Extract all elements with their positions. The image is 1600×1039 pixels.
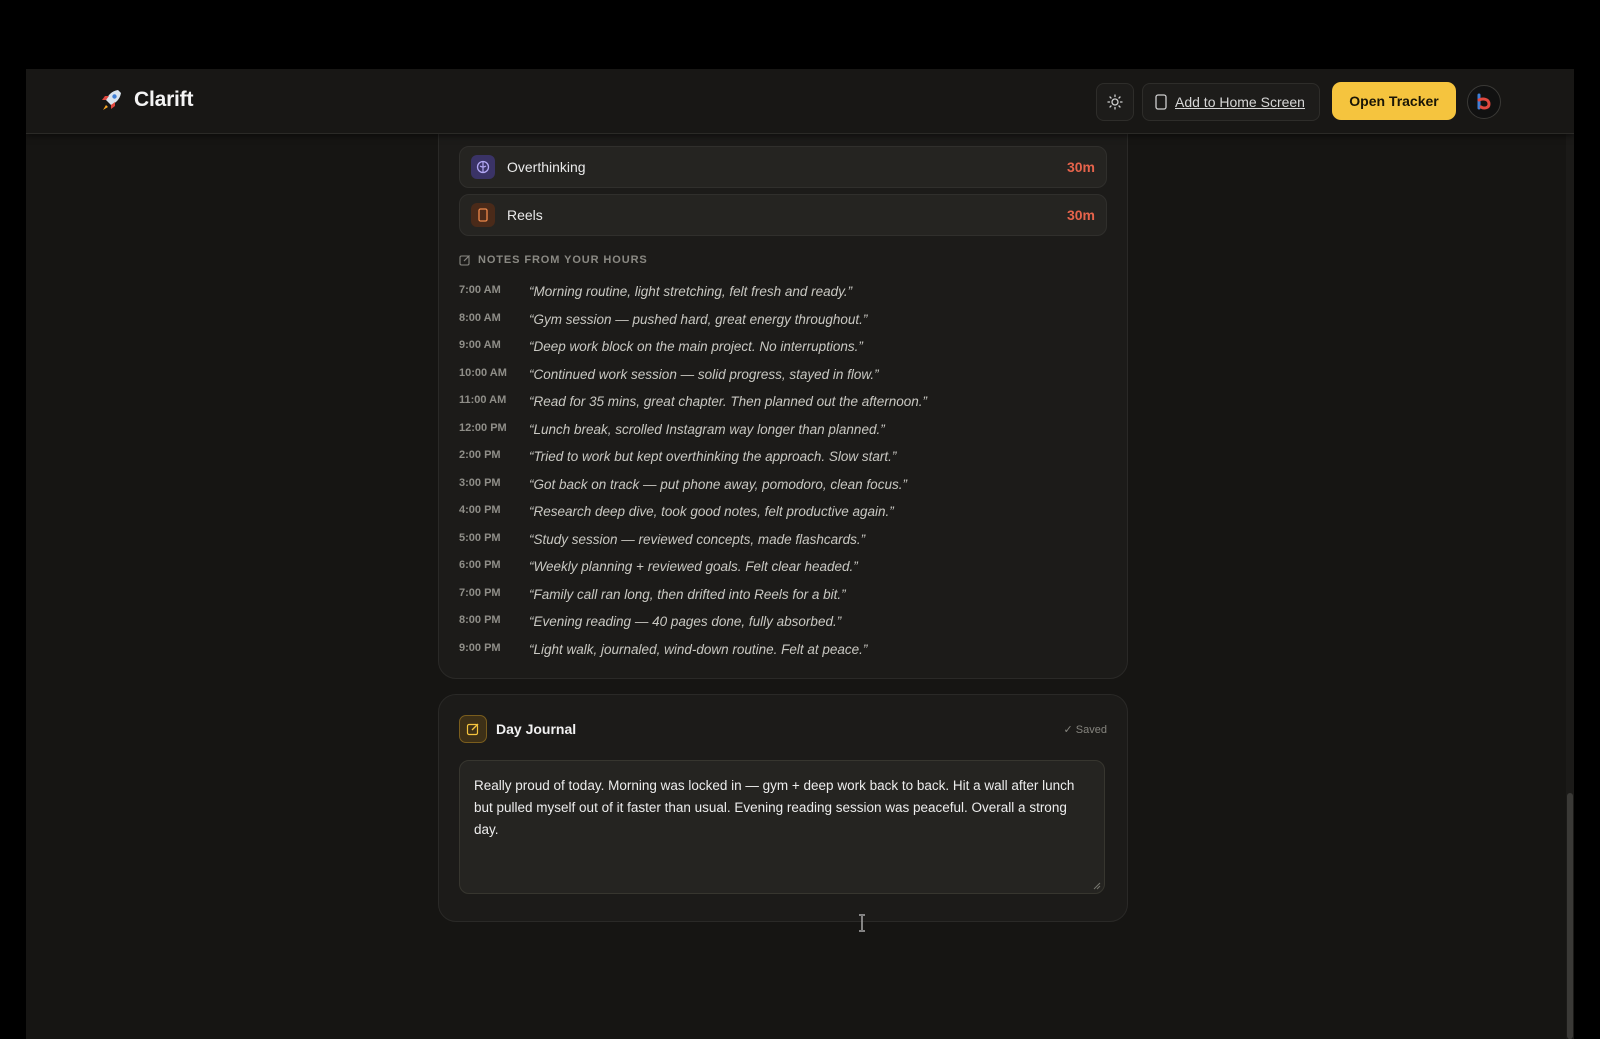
phone-icon [471,203,495,227]
habit-row-overthinking[interactable]: Overthinking 30m [459,146,1107,188]
habit-duration: 30m [1066,207,1095,223]
note-time: 9:00 PM [459,641,501,654]
note-row: 4:00 PM “Research deep dive, took good no… [459,498,1105,526]
note-row: 7:00 AM “Morning routine, light stretchin… [459,278,1105,306]
note-time: 2:00 PM [459,449,501,462]
note-text: “Gym session — pushed hard, great energy… [529,311,868,327]
note-row: 9:00 AM “Deep work block on the main proj… [459,333,1105,361]
note-text: “Weekly planning + reviewed goals. Felt … [529,559,858,575]
habit-name: Reels [507,207,543,223]
note-text: “Study session — reviewed concepts, made… [529,531,866,547]
note-time: 6:00 PM [459,559,501,572]
note-text: “Got back on track — put phone away, pom… [529,476,907,492]
note-text: “Deep work block on the main project. No… [529,339,863,355]
phone-icon [1155,94,1167,110]
note-row: 11:00 AM “Read for 35 mins, great chapter… [459,388,1105,416]
edit-note-icon [459,255,470,266]
journal-header: Day Journal ✓ Saved [459,715,1107,743]
day-summary-card: Overthinking 30m Reels 30m NOTES FROM YO… [438,69,1128,679]
notes-title-label: NOTES FROM YOUR HOURS [478,254,648,266]
open-tracker-button[interactable]: Open Tracker [1332,82,1456,120]
note-text: “Evening reading — 40 pages done, fully … [529,614,842,630]
sun-icon [1107,94,1123,110]
note-row: 3:00 PM “Got back on track — put phone aw… [459,471,1105,499]
saved-status: ✓ Saved [1063,723,1107,736]
note-row: 5:00 PM “Study session — reviewed concept… [459,526,1105,554]
note-time: 3:00 PM [459,476,501,489]
note-text: “Continued work session — solid progress… [529,366,879,382]
note-time: 5:00 PM [459,531,501,544]
resize-handle-icon[interactable] [1093,882,1101,890]
note-text: “Light walk, journaled, wind-down routin… [529,641,868,657]
add-to-home-screen-label: Add to Home Screen [1175,94,1305,110]
habit-duration: 30m [1066,159,1095,175]
habit-row-reels[interactable]: Reels 30m [459,194,1107,236]
note-text: “Read for 35 mins, great chapter. Then p… [529,394,927,410]
app-window: Clarift Add to Home Screen Open Tracker [26,69,1574,1039]
text-cursor-icon [859,914,865,932]
top-bar: Clarift Add to Home Screen Open Tracker [26,69,1574,134]
note-text: “Morning routine, light stretching, felt… [529,284,853,300]
note-row: 10:00 AM “Continued work session — solid … [459,361,1105,389]
theme-toggle-button[interactable] [1096,83,1134,121]
note-row: 9:00 PM “Light walk, journaled, wind-down… [459,636,1105,664]
add-to-home-screen-button[interactable]: Add to Home Screen [1142,83,1320,121]
note-row: 2:00 PM “Tried to work but kept overthink… [459,443,1105,471]
note-text: “Tried to work but kept overthinking the… [529,449,897,465]
scrollbar[interactable] [1566,69,1574,1039]
note-row: 7:00 PM “Family call ran long, then drift… [459,581,1105,609]
note-time: 8:00 PM [459,614,501,627]
note-text: “Family call ran long, then drifted into… [529,586,846,602]
note-text: “Lunch break, scrolled Instagram way lon… [529,421,885,437]
avatar[interactable] [1467,85,1501,119]
note-text: “Research deep dive, took good notes, fe… [529,504,894,520]
scrollbar-thumb[interactable] [1567,793,1573,1039]
note-row: 8:00 PM “Evening reading — 40 pages done,… [459,608,1105,636]
note-time: 4:00 PM [459,504,501,517]
note-row: 12:00 PM “Lunch break, scrolled Instagram… [459,416,1105,444]
note-row: 6:00 PM “Weekly planning + reviewed goals… [459,553,1105,581]
note-time: 7:00 AM [459,284,501,297]
journal-text: Really proud of today. Morning was locke… [474,778,1075,837]
note-time: 10:00 AM [459,366,507,379]
journal-title: Day Journal [496,721,577,737]
brand[interactable]: Clarift [98,87,193,113]
hourly-notes-list: 7:00 AM “Morning routine, light stretchin… [459,278,1105,663]
journal-textarea[interactable]: Really proud of today. Morning was locke… [459,760,1105,894]
note-time: 8:00 AM [459,311,501,324]
day-journal-card: Day Journal ✓ Saved Really proud of toda… [438,694,1128,922]
rocket-icon [102,90,121,110]
journal-edit-icon [459,715,487,743]
habit-name: Overthinking [507,159,586,175]
note-time: 7:00 PM [459,586,501,599]
note-time: 9:00 AM [459,339,501,352]
note-time: 11:00 AM [459,394,507,407]
note-row: 8:00 AM “Gym session — pushed hard, great… [459,306,1105,334]
brand-title: Clarift [134,88,194,111]
note-time: 12:00 PM [459,421,507,434]
brain-icon [471,155,495,179]
notes-section-title: NOTES FROM YOUR HOURS [459,254,648,266]
avatar-logo-icon [1477,93,1491,110]
